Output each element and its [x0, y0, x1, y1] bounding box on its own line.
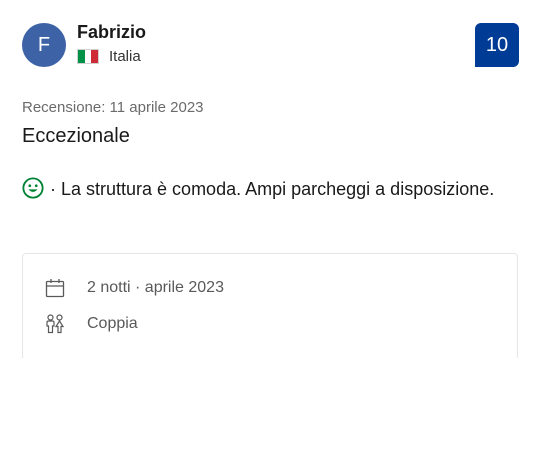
reviewer-country: Italia: [77, 48, 141, 65]
review-positive: · La struttura è comoda. Ampi parcheggi …: [22, 176, 502, 203]
review-date: Recensione: 11 aprile 2023: [22, 99, 204, 116]
flag-italy-icon: [77, 49, 99, 64]
couple-icon: [45, 314, 65, 334]
traveler-type-text: Coppia: [87, 315, 138, 332]
calendar-icon: [45, 278, 65, 298]
stay-duration-row: 2 notti · aprile 2023: [45, 278, 224, 298]
traveler-type-row: Coppia: [45, 314, 138, 334]
country-label: Italia: [109, 48, 141, 65]
review-score-badge: 10: [475, 23, 519, 67]
reviewer-avatar: F: [22, 23, 66, 67]
reviewer-name: Fabrizio: [77, 22, 147, 42]
positive-text: · La struttura è comoda. Ampi parcheggi …: [50, 179, 495, 199]
review-title: Eccezionale: [22, 125, 130, 147]
stay-details-card: 2 notti · aprile 2023 Coppia: [22, 253, 518, 358]
smiley-icon: [22, 177, 44, 199]
stay-duration-text: 2 notti · aprile 2023: [87, 279, 224, 296]
